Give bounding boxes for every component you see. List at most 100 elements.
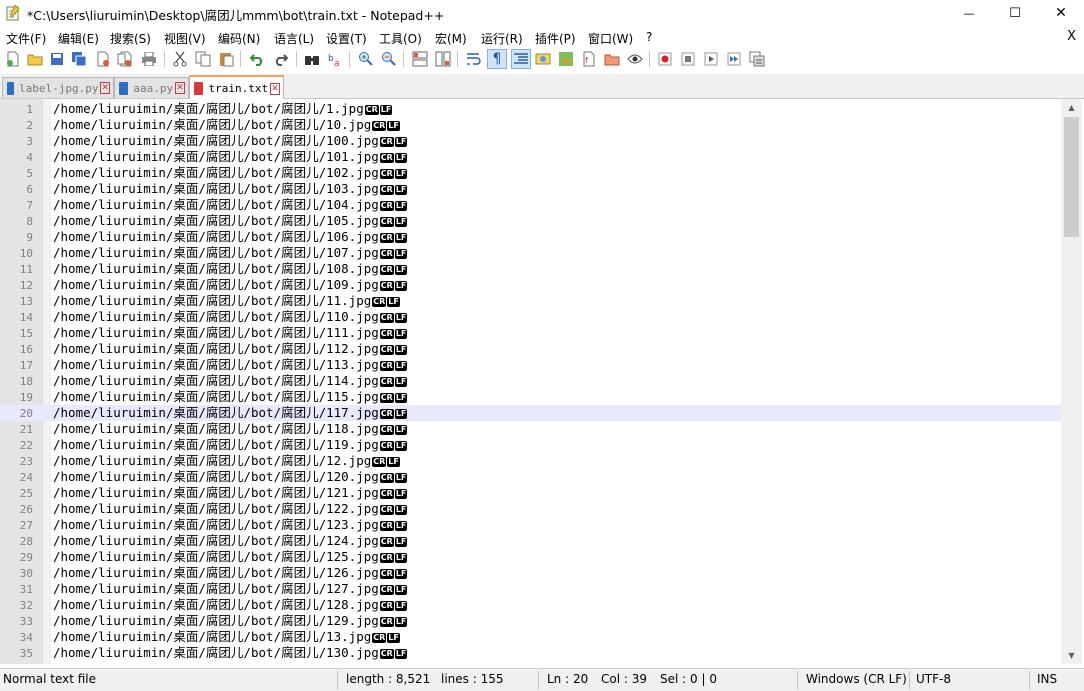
text-line[interactable]: 18/home/liuruimin/桌面/腐团儿/bot/腐团儿/114.jpg… (0, 373, 1061, 389)
text-line[interactable]: 15/home/liuruimin/桌面/腐团儿/bot/腐团儿/111.jpg… (0, 325, 1061, 341)
menu-search[interactable]: 搜索(S) (110, 30, 151, 47)
sync-vertical-icon[interactable] (411, 50, 429, 68)
user-defined-language-icon[interactable] (534, 50, 552, 68)
text-line[interactable]: 16/home/liuruimin/桌面/腐团儿/bot/腐团儿/112.jpg… (0, 341, 1061, 357)
maximize-button[interactable]: ☐ (992, 0, 1038, 26)
close-tab-icon[interactable]: ✕ (175, 82, 185, 94)
scrollbar-thumb[interactable] (1064, 117, 1079, 237)
close-file-icon[interactable] (94, 50, 112, 68)
menu-language[interactable]: 语言(L) (274, 30, 314, 47)
playback-icon[interactable] (702, 50, 720, 68)
line-content: /home/liuruimin/桌面/腐团儿/bot/腐团儿/113.jpg (53, 357, 379, 372)
close-tab-icon[interactable]: ✕ (100, 82, 110, 94)
text-line[interactable]: 29/home/liuruimin/桌面/腐团儿/bot/腐团儿/125.jpg… (0, 549, 1061, 565)
text-line[interactable]: 17/home/liuruimin/桌面/腐团儿/bot/腐团儿/113.jpg… (0, 357, 1061, 373)
text-line[interactable]: 35/home/liuruimin/桌面/腐团儿/bot/腐团儿/130.jpg… (0, 645, 1061, 661)
text-line[interactable]: 12/home/liuruimin/桌面/腐团儿/bot/腐团儿/109.jpg… (0, 277, 1061, 293)
text-line[interactable]: 1/home/liuruimin/桌面/腐团儿/bot/腐团儿/1.jpg CR L… (0, 101, 1061, 117)
function-list-icon[interactable]: f (580, 50, 598, 68)
line-content: /home/liuruimin/桌面/腐团儿/bot/腐团儿/128.jpg (53, 597, 379, 612)
menu-tools[interactable]: 工具(O) (379, 30, 422, 47)
close-all-icon[interactable] (116, 50, 134, 68)
text-line[interactable]: 19/home/liuruimin/桌面/腐团儿/bot/腐团儿/115.jpg… (0, 389, 1061, 405)
text-line[interactable]: 3/home/liuruimin/桌面/腐团儿/bot/腐团儿/100.jpg C… (0, 133, 1061, 149)
sync-horizontal-icon[interactable] (434, 50, 452, 68)
line-content: /home/liuruimin/桌面/腐团儿/bot/腐团儿/120.jpg (53, 469, 379, 484)
text-line[interactable]: 14/home/liuruimin/桌面/腐团儿/bot/腐团儿/110.jpg… (0, 309, 1061, 325)
eol-cr-marker: CR (379, 649, 394, 659)
undo-icon[interactable] (248, 50, 266, 68)
paste-icon[interactable] (217, 50, 235, 68)
text-line[interactable]: 33/home/liuruimin/桌面/腐团儿/bot/腐团儿/129.jpg… (0, 613, 1061, 629)
close-document-button[interactable]: X (1067, 29, 1076, 44)
text-line[interactable]: 20/home/liuruimin/桌面/腐团儿/bot/腐团儿/117.jpg… (0, 405, 1061, 421)
menu-encoding[interactable]: 编码(N) (218, 30, 260, 47)
menu-run[interactable]: 运行(R) (481, 30, 523, 47)
find-icon[interactable] (303, 50, 321, 68)
text-line[interactable]: 9/home/liuruimin/桌面/腐团儿/bot/腐团儿/106.jpg C… (0, 229, 1061, 245)
start-recording-icon[interactable] (656, 50, 674, 68)
close-window-button[interactable]: ✕ (1038, 0, 1084, 26)
menu-plugins[interactable]: 插件(P) (535, 30, 576, 47)
text-line[interactable]: 26/home/liuruimin/桌面/腐团儿/bot/腐团儿/122.jpg… (0, 501, 1061, 517)
text-line[interactable]: 31/home/liuruimin/桌面/腐团儿/bot/腐团儿/127.jpg… (0, 581, 1061, 597)
print-icon[interactable] (140, 50, 158, 68)
text-line[interactable]: 8/home/liuruimin/桌面/腐团儿/bot/腐团儿/105.jpg C… (0, 213, 1061, 229)
text-line[interactable]: 27/home/liuruimin/桌面/腐团儿/bot/腐团儿/123.jpg… (0, 517, 1061, 533)
text-line[interactable]: 28/home/liuruimin/桌面/腐团儿/bot/腐团儿/124.jpg… (0, 533, 1061, 549)
toolbar: ba ¶ f (0, 48, 1084, 70)
zoom-out-icon[interactable] (380, 50, 398, 68)
scroll-up-icon[interactable]: ▲ (1061, 99, 1082, 116)
folder-as-workspace-icon[interactable] (603, 50, 621, 68)
vertical-scrollbar[interactable]: ▲ ▼ (1061, 99, 1082, 664)
line-text: /home/liuruimin/桌面/腐团儿/bot/腐团儿/114.jpg CR… (53, 373, 408, 389)
menu-edit[interactable]: 编辑(E) (58, 30, 99, 47)
text-line[interactable]: 22/home/liuruimin/桌面/腐团儿/bot/腐团儿/119.jpg… (0, 437, 1061, 453)
minimize-button[interactable]: — (946, 0, 992, 26)
text-line[interactable]: 7/home/liuruimin/桌面/腐团儿/bot/腐团儿/104.jpg C… (0, 197, 1061, 213)
open-file-icon[interactable] (26, 50, 44, 68)
show-all-characters-icon[interactable]: ¶ (487, 49, 507, 69)
text-line[interactable]: 13/home/liuruimin/桌面/腐团儿/bot/腐团儿/11.jpg C… (0, 293, 1061, 309)
text-line[interactable]: 32/home/liuruimin/桌面/腐团儿/bot/腐团儿/128.jpg… (0, 597, 1061, 613)
text-line[interactable]: 5/home/liuruimin/桌面/腐团儿/bot/腐团儿/102.jpg C… (0, 165, 1061, 181)
menu-view[interactable]: 视图(V) (164, 30, 206, 47)
menu-help[interactable]: ? (646, 30, 652, 44)
text-line[interactable]: 30/home/liuruimin/桌面/腐团儿/bot/腐团儿/126.jpg… (0, 565, 1061, 581)
text-line[interactable]: 6/home/liuruimin/桌面/腐团儿/bot/腐团儿/103.jpg C… (0, 181, 1061, 197)
text-line[interactable]: 2/home/liuruimin/桌面/腐团儿/bot/腐团儿/10.jpg CR… (0, 117, 1061, 133)
menu-window[interactable]: 窗口(W) (588, 30, 633, 47)
text-line[interactable]: 4/home/liuruimin/桌面/腐团儿/bot/腐团儿/101.jpg C… (0, 149, 1061, 165)
menu-file[interactable]: 文件(F) (6, 30, 46, 47)
menu-macro[interactable]: 宏(M) (435, 30, 467, 47)
tab-aaa-py[interactable]: aaa.py ✕ (114, 77, 189, 98)
document-map-icon[interactable] (557, 50, 575, 68)
tab-label-jpg-py[interactable]: label-jpg.py ✕ (2, 77, 114, 98)
text-line[interactable]: 11/home/liuruimin/桌面/腐团儿/bot/腐团儿/108.jpg… (0, 261, 1061, 277)
indent-guide-icon[interactable] (511, 49, 531, 69)
tab-train-txt[interactable]: train.txt ✕ (189, 75, 284, 100)
text-line[interactable]: 25/home/liuruimin/桌面/腐团儿/bot/腐团儿/121.jpg… (0, 485, 1061, 501)
text-line[interactable]: 23/home/liuruimin/桌面/腐团儿/bot/腐团儿/12.jpg C… (0, 453, 1061, 469)
copy-icon[interactable] (194, 50, 212, 68)
scroll-down-icon[interactable]: ▼ (1061, 647, 1082, 664)
text-editor[interactable]: 1/home/liuruimin/桌面/腐团儿/bot/腐团儿/1.jpg CR L… (0, 99, 1084, 664)
menu-settings[interactable]: 设置(T) (326, 30, 367, 47)
save-all-icon[interactable] (70, 50, 88, 68)
redo-icon[interactable] (272, 50, 290, 68)
text-line[interactable]: 24/home/liuruimin/桌面/腐团儿/bot/腐团儿/120.jpg… (0, 469, 1061, 485)
monitoring-icon[interactable] (626, 50, 644, 68)
text-line[interactable]: 34/home/liuruimin/桌面/腐团儿/bot/腐团儿/13.jpg C… (0, 629, 1061, 645)
stop-recording-icon[interactable] (679, 50, 697, 68)
run-macro-multiple-icon[interactable] (725, 50, 743, 68)
cut-icon[interactable] (171, 50, 189, 68)
new-file-icon[interactable] (4, 50, 22, 68)
zoom-in-icon[interactable] (357, 50, 375, 68)
save-icon[interactable] (48, 50, 66, 68)
text-line[interactable]: 21/home/liuruimin/桌面/腐团儿/bot/腐团儿/118.jpg… (0, 421, 1061, 437)
word-wrap-icon[interactable] (465, 50, 483, 68)
save-macro-icon[interactable] (748, 50, 766, 68)
text-line[interactable]: 10/home/liuruimin/桌面/腐团儿/bot/腐团儿/107.jpg… (0, 245, 1061, 261)
replace-icon[interactable]: ba (326, 50, 344, 68)
close-tab-icon[interactable]: ✕ (270, 82, 280, 95)
